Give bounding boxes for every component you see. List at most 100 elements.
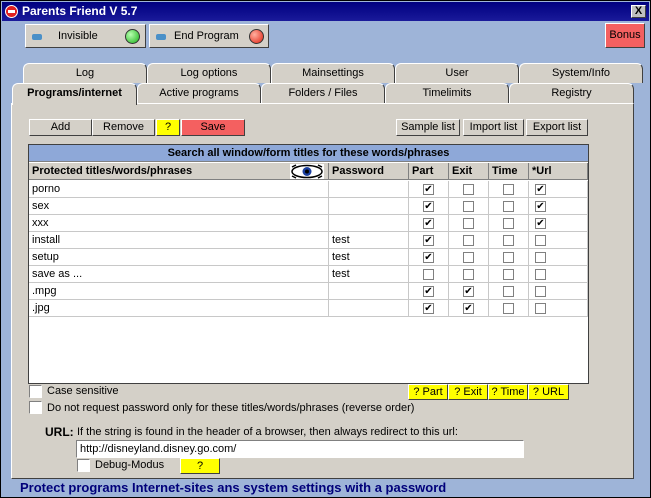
row-time-checkbox[interactable] [503,303,514,314]
row-exit-checkbox[interactable] [463,184,474,195]
row-exit-checkbox[interactable] [463,201,474,212]
row-url-checkbox[interactable] [535,235,546,246]
column-url[interactable]: *Url [529,163,588,180]
invisible-label: Invisible [58,30,98,42]
row-password[interactable] [329,300,409,317]
column-password[interactable]: Password [329,163,409,180]
case-sensitive-checkbox[interactable] [29,385,42,398]
export-list-button[interactable]: Export list [526,119,588,136]
column-time[interactable]: Time [489,163,529,180]
row-time-checkbox[interactable] [503,184,514,195]
save-button[interactable]: Save [181,119,245,136]
help-time-button[interactable]: ? Time [488,384,528,400]
row-password[interactable]: test [329,266,409,283]
row-time-checkbox[interactable] [503,286,514,297]
row-part-checkbox[interactable]: ✔ [423,201,434,212]
row-url-checkbox[interactable] [535,303,546,314]
tab-programs-internet[interactable]: Programs/internet [12,83,137,105]
tab-mainsettings[interactable]: Mainsettings [271,63,395,83]
row-time-checkbox[interactable] [503,218,514,229]
row-part-checkbox[interactable]: ✔ [423,286,434,297]
table-row[interactable]: install test ✔ [29,232,588,249]
row-url-checkbox[interactable] [535,252,546,263]
tab-user[interactable]: User [395,63,519,83]
column-protected-titles[interactable]: Protected titles/words/phrases [29,163,329,180]
row-part-cell: ✔ [409,232,449,249]
row-time-checkbox[interactable] [503,252,514,263]
table-row[interactable]: sex ✔ ✔ [29,198,588,215]
row-time-cell [489,283,529,300]
red-led-icon [249,29,264,44]
table-row[interactable]: .jpg ✔ ✔ [29,300,588,317]
row-password[interactable] [329,215,409,232]
row-url-checkbox[interactable]: ✔ [535,218,546,229]
add-button[interactable]: Add [29,119,92,136]
row-part-checkbox[interactable]: ✔ [423,252,434,263]
url-description: If the string is found in the header of … [77,426,458,438]
tab-active-programs[interactable]: Active programs [137,83,261,103]
invisible-button[interactable]: Invisible [25,24,146,48]
row-title[interactable]: install [29,232,329,249]
help-button[interactable]: ? [156,119,180,136]
row-time-checkbox[interactable] [503,269,514,280]
debug-mode-checkbox[interactable] [77,459,90,472]
help-url-button[interactable]: ? URL [528,384,569,400]
table-row[interactable]: .mpg ✔ ✔ [29,283,588,300]
sample-list-button[interactable]: Sample list [396,119,460,136]
row-title[interactable]: xxx [29,215,329,232]
row-url-cell: ✔ [529,198,588,215]
row-password[interactable]: test [329,232,409,249]
row-exit-checkbox[interactable]: ✔ [463,303,474,314]
close-button[interactable]: X [631,5,646,18]
row-exit-checkbox[interactable] [463,218,474,229]
row-url-checkbox[interactable]: ✔ [535,201,546,212]
redirect-url-input[interactable] [76,440,524,458]
table-row[interactable]: xxx ✔ ✔ [29,215,588,232]
tab-system-info[interactable]: System/Info [519,63,643,83]
row-time-checkbox[interactable] [503,201,514,212]
row-part-checkbox[interactable]: ✔ [423,235,434,246]
row-url-checkbox[interactable]: ✔ [535,184,546,195]
column-exit[interactable]: Exit [449,163,489,180]
end-program-button[interactable]: End Program [149,24,269,48]
invisible-icon [32,34,42,40]
row-exit-checkbox[interactable] [463,235,474,246]
tab-folders-files[interactable]: Folders / Files [261,83,385,103]
help-exit-button[interactable]: ? Exit [448,384,488,400]
row-url-checkbox[interactable] [535,286,546,297]
row-part-checkbox[interactable] [423,269,434,280]
row-title[interactable]: .mpg [29,283,329,300]
row-password[interactable] [329,198,409,215]
tab-timelimits[interactable]: Timelimits [385,83,509,103]
row-exit-checkbox[interactable] [463,269,474,280]
tab-registry[interactable]: Registry [509,83,634,103]
column-part[interactable]: Part [409,163,449,180]
row-password[interactable] [329,283,409,300]
reverse-order-checkbox[interactable] [29,401,42,414]
tab-log[interactable]: Log [23,63,147,83]
table-row[interactable]: porno ✔ ✔ [29,181,588,198]
import-list-button[interactable]: Import list [463,119,524,136]
table-row[interactable]: setup test ✔ [29,249,588,266]
row-part-checkbox[interactable]: ✔ [423,303,434,314]
bonus-button[interactable]: Bonus [605,23,645,48]
row-exit-checkbox[interactable]: ✔ [463,286,474,297]
row-exit-checkbox[interactable] [463,252,474,263]
help-part-button[interactable]: ? Part [408,384,448,400]
row-time-checkbox[interactable] [503,235,514,246]
row-title[interactable]: porno [29,181,329,198]
row-title[interactable]: .jpg [29,300,329,317]
tab-log-options[interactable]: Log options [147,63,271,83]
table-row[interactable]: save as ... test [29,266,588,283]
row-title[interactable]: sex [29,198,329,215]
row-title[interactable]: setup [29,249,329,266]
row-time-cell [489,232,529,249]
debug-help-button[interactable]: ? [180,458,220,474]
row-part-checkbox[interactable]: ✔ [423,184,434,195]
row-part-checkbox[interactable]: ✔ [423,218,434,229]
row-url-checkbox[interactable] [535,269,546,280]
row-password[interactable] [329,181,409,198]
row-password[interactable]: test [329,249,409,266]
row-title[interactable]: save as ... [29,266,329,283]
remove-button[interactable]: Remove [92,119,155,136]
